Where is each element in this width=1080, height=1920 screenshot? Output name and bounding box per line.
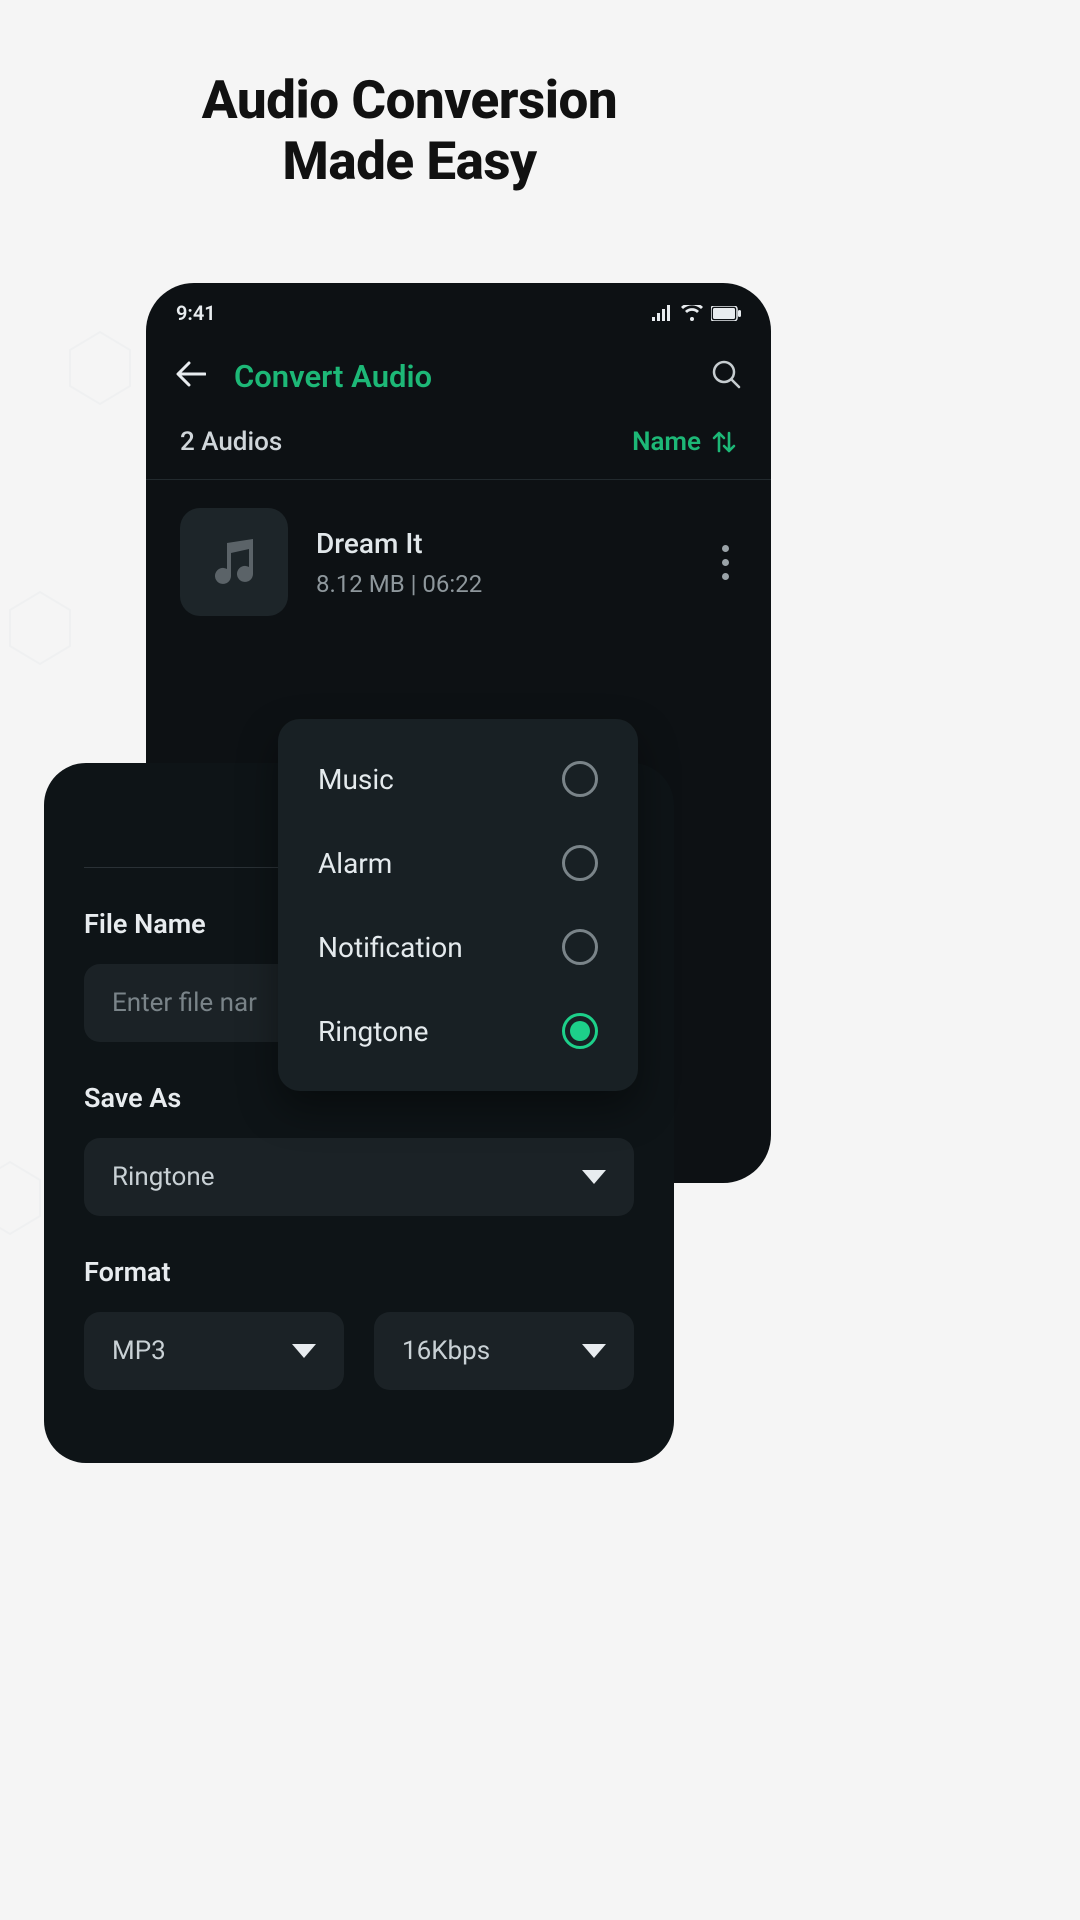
search-icon[interactable] <box>711 359 741 393</box>
audio-count: 2 Audios <box>180 427 282 457</box>
chevron-down-icon <box>582 1170 606 1184</box>
sort-control[interactable]: Name <box>632 427 737 457</box>
popup-option-notification[interactable]: Notification <box>318 905 598 989</box>
popup-option-ringtone[interactable]: Ringtone <box>318 989 598 1049</box>
radio-unchecked-icon <box>562 929 598 965</box>
hero-title: Audio Conversion Made Easy <box>0 70 819 192</box>
radio-unchecked-icon <box>562 845 598 881</box>
chevron-down-icon <box>292 1344 316 1358</box>
status-bar: 9:41 <box>146 283 771 335</box>
more-options-icon[interactable] <box>714 537 737 588</box>
bitrate-value: 16Kbps <box>402 1336 490 1366</box>
music-note-icon <box>209 537 259 587</box>
screen-title: Convert Audio <box>234 358 711 395</box>
save-as-popup: Music Alarm Notification Ringtone <box>278 719 638 1091</box>
wifi-icon <box>681 305 703 321</box>
format-label: Format <box>84 1256 634 1288</box>
status-time: 9:41 <box>176 301 216 325</box>
radio-checked-icon <box>562 1013 598 1049</box>
bitrate-dropdown[interactable]: 16Kbps <box>374 1312 634 1390</box>
save-as-value: Ringtone <box>112 1162 215 1192</box>
audio-thumbnail <box>180 508 288 616</box>
audio-subtitle: 8.12 MB | 06:22 <box>316 570 686 598</box>
format-dropdown[interactable]: MP3 <box>84 1312 344 1390</box>
battery-icon <box>711 306 741 321</box>
chevron-down-icon <box>582 1344 606 1358</box>
signal-icon <box>651 305 673 321</box>
back-arrow-icon[interactable] <box>176 357 206 395</box>
sort-icon <box>711 429 737 455</box>
popup-option-music[interactable]: Music <box>318 761 598 821</box>
popup-option-alarm[interactable]: Alarm <box>318 821 598 905</box>
radio-unchecked-icon <box>562 761 598 797</box>
format-value: MP3 <box>112 1336 166 1366</box>
audio-list-item[interactable]: Dream It 8.12 MB | 06:22 <box>146 480 771 616</box>
audio-title: Dream It <box>316 527 686 560</box>
sort-label: Name <box>632 427 701 457</box>
save-as-dropdown[interactable]: Ringtone <box>84 1138 634 1216</box>
